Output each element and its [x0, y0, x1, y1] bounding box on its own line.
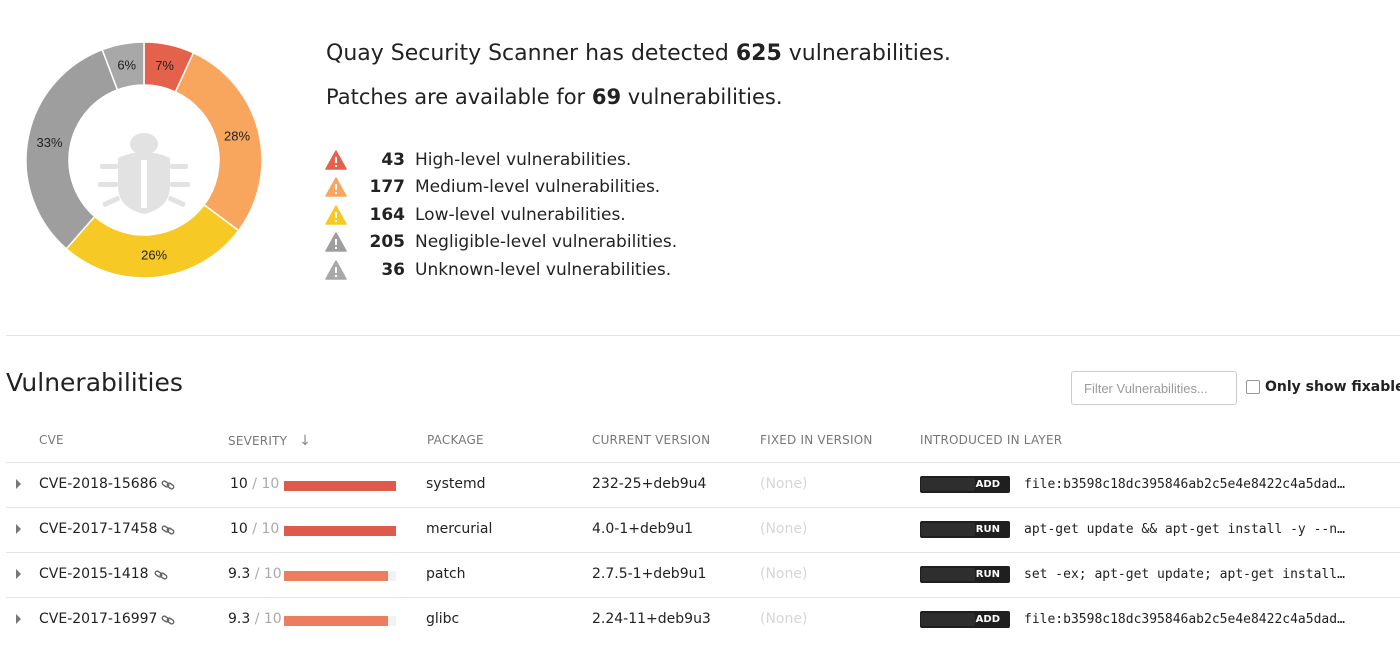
- column-header-package[interactable]: PACKAGE: [427, 433, 484, 447]
- headline-suffix: vulnerabilities.: [781, 41, 951, 66]
- link-icon[interactable]: [161, 524, 175, 536]
- donut-slice-label: 28%: [224, 128, 250, 143]
- table-row[interactable]: CVE-2017-16997 9.3 / 10 glibc 2.24-11+de…: [6, 597, 1400, 643]
- link-icon[interactable]: [161, 479, 175, 491]
- donut-slice-label: 33%: [37, 135, 63, 150]
- warning-icon: [325, 260, 347, 280]
- vulnerabilities-title: Vulnerabilities: [6, 368, 183, 397]
- warning-icon: [325, 177, 347, 197]
- patch-suffix: vulnerabilities.: [621, 85, 783, 109]
- severity-score: 10 / 10: [230, 476, 280, 492]
- patchable-count: 69: [591, 85, 622, 109]
- severity-bar: [284, 526, 396, 536]
- fixed-in-version: (None): [760, 611, 808, 627]
- layer-command: apt-get update && apt-get install -y --n…: [1024, 522, 1345, 537]
- layer-command-badge: ADD: [920, 611, 1010, 628]
- layer-command: set -ex; apt-get update; apt-get install…: [1024, 567, 1345, 582]
- cve-id[interactable]: CVE-2017-16997: [39, 611, 157, 627]
- current-version: 2.7.5-1+deb9u1: [592, 566, 707, 582]
- layer-command: file:b3598c18dc395846ab2c5e4e8422c4a5dad…: [1024, 612, 1345, 627]
- scan-summary-headline: Quay Security Scanner has detected 625 v…: [326, 41, 951, 66]
- warning-icon: [325, 150, 347, 170]
- fixed-in-version: (None): [760, 521, 808, 537]
- severity-score: 10 / 10: [230, 521, 280, 537]
- severity-count: 205: [369, 232, 406, 253]
- expand-caret-icon[interactable]: [16, 569, 21, 579]
- severity-label: Low-level vulnerabilities.: [415, 204, 626, 225]
- package-name: glibc: [426, 611, 460, 627]
- severity-count: 164: [369, 204, 406, 225]
- headline-prefix: Quay Security Scanner has detected: [326, 41, 736, 66]
- column-header-severity[interactable]: SEVERITY ↓: [228, 433, 311, 449]
- fixed-in-version: (None): [760, 476, 808, 492]
- severity-label: Unknown-level vulnerabilities.: [415, 259, 672, 280]
- patch-summary-headline: Patches are available for 69 vulnerabili…: [326, 85, 783, 109]
- column-header-current-version[interactable]: CURRENT VERSION: [592, 433, 710, 447]
- donut-slice-label: 6%: [117, 58, 136, 73]
- severity-count: 177: [369, 177, 406, 198]
- severity-legend-row: 205 Negligible-level vulnerabilities.: [325, 229, 677, 257]
- severity-label: High-level vulnerabilities.: [415, 149, 632, 170]
- severity-label: Negligible-level vulnerabilities.: [415, 232, 678, 253]
- link-icon[interactable]: [154, 569, 168, 581]
- column-header-fixed-in-version[interactable]: FIXED IN VERSION: [760, 433, 873, 447]
- table-row[interactable]: CVE-2017-17458 10 / 10 mercurial 4.0-1+d…: [6, 507, 1400, 553]
- package-name: systemd: [426, 476, 486, 492]
- patch-prefix: Patches are available for: [326, 85, 592, 109]
- layer-command-badge: RUN: [920, 566, 1010, 583]
- donut-slice-label: 7%: [155, 58, 174, 73]
- section-divider: [6, 335, 1400, 336]
- donut-slice-label: 26%: [141, 247, 167, 262]
- only-fixable-checkbox[interactable]: [1246, 380, 1260, 394]
- warning-icon: [325, 205, 347, 225]
- severity-bar-track: [284, 526, 396, 536]
- severity-label: Medium-level vulnerabilities.: [415, 177, 661, 198]
- vulnerability-donut-chart: 7% 28% 26% 33% 6%: [25, 41, 263, 279]
- current-version: 2.24-11+deb9u3: [592, 611, 711, 627]
- severity-legend-row: 43 High-level vulnerabilities.: [325, 146, 677, 174]
- fixed-in-version: (None): [760, 566, 808, 582]
- bug-icon: [98, 133, 190, 214]
- column-header-introduced-in-layer[interactable]: INTRODUCED IN LAYER: [920, 433, 1062, 447]
- severity-score: 9.3 / 10: [228, 566, 282, 582]
- only-fixable-label: Only show fixable: [1265, 379, 1400, 395]
- only-fixable-toggle[interactable]: Only show fixable: [1246, 379, 1400, 395]
- severity-bar-track: [284, 616, 396, 626]
- severity-header-label: SEVERITY: [228, 434, 288, 448]
- cve-id[interactable]: CVE-2018-15686: [39, 476, 157, 492]
- layer-command: file:b3598c18dc395846ab2c5e4e8422c4a5dad…: [1024, 477, 1345, 492]
- total-vulnerabilities-count: 625: [735, 41, 782, 66]
- severity-bar: [284, 616, 389, 626]
- severity-count: 36: [381, 259, 405, 280]
- warning-icon: [325, 232, 347, 252]
- cve-id[interactable]: CVE-2017-17458: [39, 521, 157, 537]
- column-header-cve[interactable]: CVE: [39, 433, 64, 447]
- table-row[interactable]: CVE-2018-15686 10 / 10 systemd 232-25+de…: [6, 462, 1400, 508]
- layer-command-badge: RUN: [920, 521, 1010, 538]
- severity-bar-track: [284, 481, 396, 491]
- severity-bar: [284, 571, 389, 581]
- table-row[interactable]: CVE-2015-1418 9.3 / 10 patch 2.7.5-1+deb…: [6, 552, 1400, 598]
- expand-caret-icon[interactable]: [16, 614, 21, 624]
- severity-legend: 43 High-level vulnerabilities. 177 Mediu…: [325, 146, 677, 284]
- severity-count: 43: [381, 149, 405, 170]
- link-icon[interactable]: [161, 614, 175, 626]
- layer-command-badge: ADD: [920, 476, 1010, 493]
- expand-caret-icon[interactable]: [16, 479, 21, 489]
- current-version: 232-25+deb9u4: [592, 476, 707, 492]
- current-version: 4.0-1+deb9u1: [592, 521, 694, 537]
- severity-score: 9.3 / 10: [228, 611, 282, 627]
- severity-bar-track: [284, 571, 396, 581]
- package-name: patch: [426, 566, 466, 582]
- arrow-down-icon: ↓: [299, 433, 312, 449]
- severity-legend-row: 164 Low-level vulnerabilities.: [325, 201, 677, 229]
- severity-legend-row: 36 Unknown-level vulnerabilities.: [325, 256, 677, 284]
- cve-id[interactable]: CVE-2015-1418: [39, 566, 149, 582]
- package-name: mercurial: [426, 521, 493, 537]
- severity-bar: [284, 481, 396, 491]
- severity-legend-row: 177 Medium-level vulnerabilities.: [325, 174, 677, 202]
- filter-vulnerabilities-input[interactable]: [1071, 371, 1237, 405]
- expand-caret-icon[interactable]: [16, 524, 21, 534]
